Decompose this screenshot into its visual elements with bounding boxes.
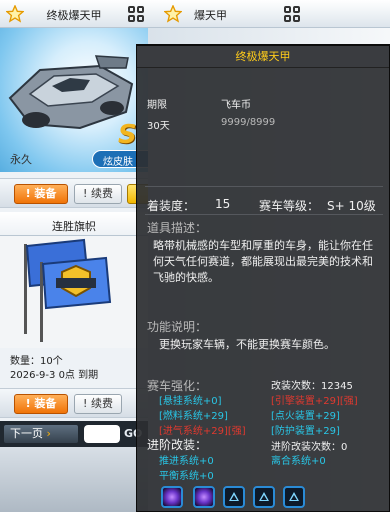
advanced-item: 离合系统+0 — [271, 456, 326, 467]
function-text: 更换玩家车辆，不能更换赛车颜色。 — [159, 338, 335, 351]
next-page-button[interactable]: 下一页 › — [4, 425, 78, 443]
advanced-count: 进阶改装次数：0 — [271, 442, 348, 453]
enhancement-item: [点火装置+29] — [271, 411, 340, 422]
flag-icon — [24, 238, 112, 342]
purple-gem-icon — [161, 486, 183, 508]
item-quantity: 数量：10个 — [10, 356, 63, 367]
item-tooltip: 终极爆天甲 期限 飞车币 30天 9999/8999 着装度： 15 赛车等级：… — [136, 44, 390, 512]
triangle-icon — [253, 486, 275, 508]
equip-label: 装备 — [34, 397, 57, 410]
renew-label: 续费 — [90, 187, 113, 200]
advanced-item: 平衡系统+0 — [159, 471, 214, 482]
class-value: S+ 10级 — [327, 199, 376, 213]
enhancement-item: [悬挂系统+0] — [159, 396, 222, 407]
renew-button[interactable]: ! 续费 — [74, 394, 122, 414]
item-card-header: 终极爆天甲 — [0, 0, 148, 28]
class-s-logo: S — [118, 120, 137, 150]
next-page-label: 下一页 — [10, 427, 43, 440]
item-list-column: 终极爆天甲 S 永久 炫皮肤 ! 装备 ! 续费 连胜旗帜 数量：10个 202 — [0, 0, 152, 512]
pagination-bar: 下一页 › GO — [0, 421, 148, 447]
purple-gem-icon — [193, 486, 215, 508]
advanced-item: 推进系统+0 — [159, 456, 214, 467]
chevron-right-icon: › — [46, 427, 51, 440]
background-decoration — [0, 447, 148, 512]
item-action-row: ! 装备 ! 续费 — [0, 388, 148, 418]
grid-view-icon[interactable] — [128, 6, 144, 22]
item-name: 连胜旗帜 — [52, 220, 96, 233]
divider — [145, 214, 383, 215]
renew-button[interactable]: ! 续费 — [74, 184, 122, 204]
equip-level-label: 着装度： — [147, 199, 196, 213]
item-name: 爆天甲 — [194, 9, 227, 22]
item-name: 终极爆天甲 — [46, 9, 102, 22]
tooltip-title: 终极爆天甲 — [137, 46, 389, 68]
grid-view-icon[interactable] — [284, 6, 300, 22]
equip-button[interactable]: ! 装备 — [14, 394, 68, 414]
page-number-input[interactable] — [84, 425, 120, 443]
renew-label: 续费 — [90, 397, 113, 410]
exclaim-icon: ! — [83, 187, 91, 200]
item-card-header: 爆天甲 — [148, 0, 390, 28]
star-icon[interactable] — [164, 5, 182, 23]
period-value: 30天 — [147, 121, 170, 132]
period-header: 期限 — [147, 100, 167, 111]
advanced-header: 进阶改装： — [147, 438, 208, 452]
equip-level-value: 15 — [215, 197, 231, 211]
description-header: 道具描述： — [147, 221, 208, 235]
class-label: 赛车等级： — [259, 199, 320, 213]
item-expiry: 2026-9-3 0点 到期 — [10, 370, 99, 381]
enhancement-item: [进气系统+29][强] — [159, 426, 246, 437]
mod-count: 改装次数：12345 — [271, 381, 353, 392]
function-header: 功能说明： — [147, 320, 208, 334]
enhancement-item: [燃料系统+29] — [159, 411, 228, 422]
equip-button[interactable]: ! 装备 — [14, 184, 68, 204]
item-action-row: ! 装备 ! 续费 — [0, 178, 149, 208]
currency-value: 9999/8999 — [221, 117, 276, 128]
enhancement-item: [防护装置+29] — [271, 426, 340, 437]
equip-label: 装备 — [34, 187, 57, 200]
currency-header: 飞车币 — [221, 100, 251, 111]
divider — [145, 186, 383, 187]
exclaim-icon: ! — [83, 397, 91, 410]
enhancement-item: [引擎装置+29][强] — [271, 396, 358, 407]
description-text: 略带机械感的车型和厚重的车身，能让你在任何天气任何赛道，都能展现出最完美的技术和… — [153, 239, 373, 284]
item-duration: 永久 — [10, 153, 32, 166]
triangle-icon — [223, 486, 245, 508]
triangle-icon — [283, 486, 305, 508]
flag-item-image — [0, 236, 148, 348]
